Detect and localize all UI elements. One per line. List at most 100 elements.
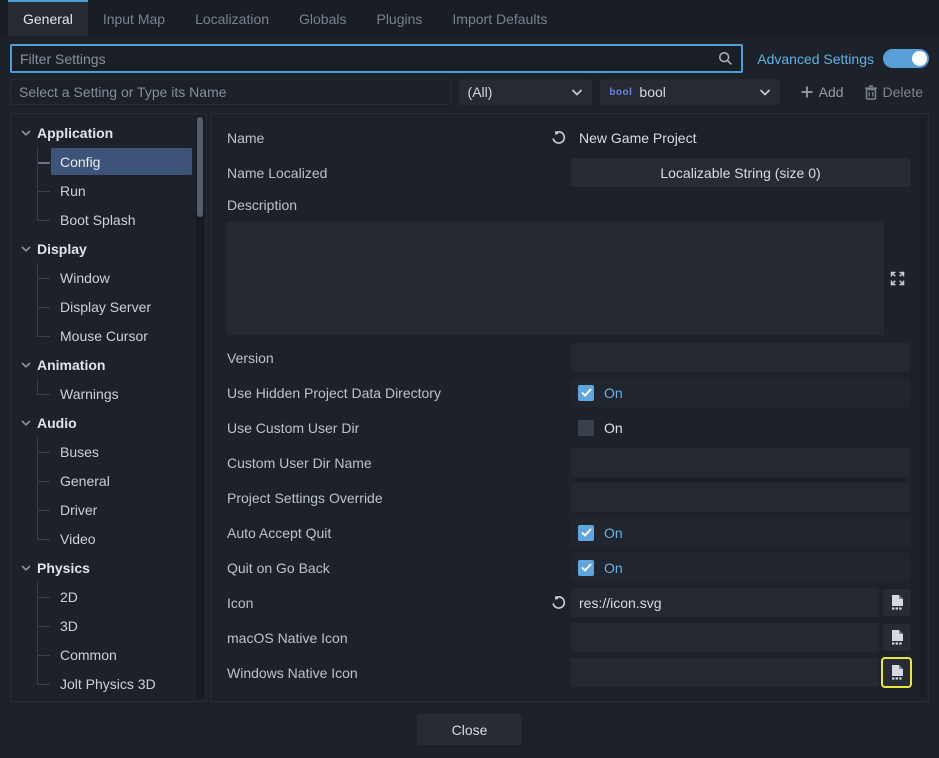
use-custom-user-dir-checkbox[interactable]: On	[571, 413, 910, 442]
windows-native-icon-field[interactable]	[571, 658, 879, 687]
settings-row: Name Localized Localizable String (size …	[219, 155, 910, 190]
tab-plugins[interactable]: Plugins	[361, 0, 437, 36]
tree-item-buses[interactable]: Buses	[38, 437, 192, 466]
property-label: Project Settings Override	[219, 490, 545, 506]
category-dropdown[interactable]: (All)	[459, 79, 593, 105]
tree-item-3d[interactable]: 3D	[38, 611, 192, 640]
tab-input-map[interactable]: Input Map	[88, 0, 180, 36]
advanced-settings-toggle[interactable]	[883, 49, 929, 68]
property-label: Name	[219, 130, 545, 146]
checkbox-checked-icon	[578, 525, 594, 541]
version-field[interactable]	[571, 343, 910, 372]
tree-scrollbar[interactable]	[196, 116, 204, 699]
property-label: Auto Accept Quit	[219, 525, 545, 541]
tree-item-video[interactable]: Video	[38, 524, 192, 553]
description-textarea[interactable]	[227, 222, 884, 335]
settings-row: Custom User Dir Name	[219, 445, 910, 480]
close-button[interactable]: Close	[417, 714, 522, 745]
tab-bar: General Input Map Localization Globals P…	[0, 0, 939, 36]
property-label: Name Localized	[219, 165, 545, 181]
file-icon	[890, 665, 904, 680]
chevron-down-icon	[21, 565, 31, 571]
tree-section-display[interactable]: Display	[11, 234, 192, 263]
trash-icon	[864, 85, 878, 100]
icon-path-field[interactable]: res://icon.svg	[571, 588, 879, 617]
property-label: Quit on Go Back	[219, 560, 545, 576]
search-icon	[718, 51, 733, 66]
property-label: macOS Native Icon	[219, 630, 545, 646]
quit-on-go-back-checkbox[interactable]: On	[571, 553, 910, 582]
picker-row: Select a Setting or Type its Name (All) …	[0, 79, 939, 113]
settings-row: Use Hidden Project Data Directory On	[219, 375, 910, 410]
custom-user-dir-name-field[interactable]	[571, 448, 910, 477]
property-label: Windows Native Icon	[219, 665, 545, 681]
property-label: Custom User Dir Name	[219, 455, 545, 471]
load-file-button[interactable]	[883, 589, 910, 616]
setting-name-input[interactable]: Select a Setting or Type its Name	[10, 79, 451, 105]
settings-tree-panel: Application Config Run Boot Splash Displ…	[10, 113, 207, 702]
tree-section-application[interactable]: Application	[11, 118, 192, 147]
properties-scrollbar[interactable]	[919, 116, 926, 699]
settings-row: Project Settings Override	[219, 480, 910, 515]
macos-native-icon-cell	[571, 623, 910, 652]
tree-item-driver[interactable]: Driver	[38, 495, 192, 524]
tree-item-warnings[interactable]: Warnings	[38, 379, 192, 408]
name-field[interactable]: New Game Project	[571, 123, 910, 152]
advanced-settings-label: Advanced Settings	[757, 51, 874, 67]
project-settings-override-field[interactable]	[571, 483, 910, 512]
tree-item-run[interactable]: Run	[38, 176, 192, 205]
filter-settings-input[interactable]: Filter Settings	[10, 44, 743, 73]
property-label: Version	[219, 350, 545, 366]
chevron-down-icon	[759, 89, 771, 96]
tree-section-audio[interactable]: Audio	[11, 408, 192, 437]
tree-item-boot-splash[interactable]: Boot Splash	[38, 205, 192, 234]
macos-native-icon-field[interactable]	[571, 623, 879, 652]
tab-import-defaults[interactable]: Import Defaults	[437, 0, 562, 36]
auto-accept-quit-checkbox[interactable]: On	[571, 518, 910, 547]
file-icon	[890, 595, 904, 610]
name-localized-button[interactable]: Localizable String (size 0)	[571, 158, 910, 187]
delete-setting-button[interactable]: Delete	[858, 79, 929, 105]
category-selected-value: (All)	[468, 84, 493, 100]
add-setting-button[interactable]: Add	[794, 79, 850, 105]
settings-row: Windows Native Icon	[219, 655, 910, 690]
settings-row: Use Custom User Dir On	[219, 410, 910, 445]
tree-item-2d[interactable]: 2D	[38, 582, 192, 611]
settings-row: Description	[219, 190, 910, 220]
tree-item-display-server[interactable]: Display Server	[38, 292, 192, 321]
tree-section-animation[interactable]: Animation	[11, 350, 192, 379]
tab-general[interactable]: General	[8, 0, 88, 36]
description-gutter	[884, 222, 910, 335]
settings-row: macOS Native Icon	[219, 620, 910, 655]
revert-icon[interactable]	[545, 130, 571, 145]
delete-button-label: Delete	[883, 84, 923, 100]
chevron-down-icon	[21, 362, 31, 368]
checkbox-checked-icon	[578, 560, 594, 576]
tree-item-window[interactable]: Window	[38, 263, 192, 292]
chevron-down-icon	[571, 89, 583, 96]
tree-section-physics[interactable]: Physics	[11, 553, 192, 582]
expand-icon[interactable]	[890, 271, 905, 286]
settings-row: Version	[219, 340, 910, 375]
tab-localization[interactable]: Localization	[180, 0, 284, 36]
setting-name-placeholder: Select a Setting or Type its Name	[19, 84, 227, 100]
load-file-button[interactable]	[883, 624, 910, 651]
tree-item-jolt-physics-3d[interactable]: Jolt Physics 3D	[38, 669, 192, 698]
type-selected-value: bool	[639, 84, 665, 100]
dialog-footer: Close	[0, 702, 939, 757]
tree-scrollbar-grabber[interactable]	[197, 117, 203, 217]
tree-item-common[interactable]: Common	[38, 640, 192, 669]
tree-item-mouse-cursor[interactable]: Mouse Cursor	[38, 321, 192, 350]
checkbox-unchecked-icon	[578, 420, 594, 436]
property-label: Use Custom User Dir	[219, 420, 545, 436]
tab-globals[interactable]: Globals	[284, 0, 361, 36]
use-hidden-project-data-directory-checkbox[interactable]: On	[571, 378, 910, 407]
load-file-button-focused[interactable]	[883, 659, 910, 686]
type-dropdown[interactable]: bool bool	[600, 79, 779, 105]
property-label: Use Hidden Project Data Directory	[219, 385, 545, 401]
tree-item-general[interactable]: General	[38, 466, 192, 495]
checkbox-checked-icon	[578, 385, 594, 401]
add-button-label: Add	[819, 84, 844, 100]
revert-icon[interactable]	[545, 595, 571, 610]
tree-item-config[interactable]: Config	[38, 147, 192, 176]
